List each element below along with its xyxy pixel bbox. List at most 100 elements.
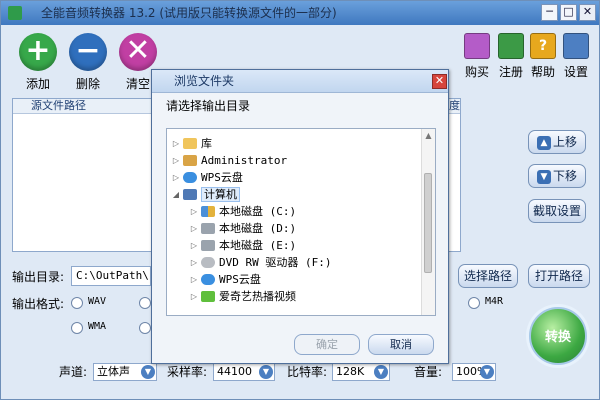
volume-select[interactable]: 100% ▼ xyxy=(452,363,496,381)
settings-label: 设置 xyxy=(563,65,588,79)
hard-drive-icon xyxy=(201,223,215,234)
help-icon: ? xyxy=(530,33,556,59)
iqiyi-icon xyxy=(201,291,215,302)
expand-icon[interactable]: ▷ xyxy=(171,152,181,169)
computer-icon xyxy=(183,189,197,200)
choose-path-button[interactable]: 选择路径 xyxy=(458,264,518,288)
tree-item-drive-e[interactable]: ▷ 本地磁盘 (E:) xyxy=(189,237,296,254)
tree-item-wps-cloud[interactable]: ▷ WPS云盘 xyxy=(171,169,243,186)
add-label: 添加 xyxy=(25,77,50,91)
chevron-down-icon: ▼ xyxy=(480,365,494,379)
open-path-button[interactable]: 打开路径 xyxy=(528,264,590,288)
minimize-button[interactable]: ─ xyxy=(541,4,558,21)
channel-select[interactable]: 立体声 ▼ xyxy=(93,363,157,381)
folder-tree[interactable]: ▷ 库 ▷ Administrator ▷ WPS云盘 ◢ 计算机 ▷ 本地磁盘 (C:)… xyxy=(166,128,436,316)
hard-drive-icon xyxy=(201,240,215,251)
cart-icon xyxy=(464,33,490,59)
arrow-up-icon: ▲ xyxy=(536,135,551,150)
dialog-prompt: 请选择输出目录 xyxy=(166,99,251,113)
format-m4r-label: M4R xyxy=(485,296,504,307)
bitrate-select[interactable]: 128K ▼ xyxy=(332,363,390,381)
scrollbar-thumb[interactable] xyxy=(424,173,432,273)
app-window: 全能音频转换器 13.2 (试用版只能转换源文件的一部分) ─ □ ✕ + 添加… xyxy=(0,0,600,400)
delete-icon: − xyxy=(69,33,107,71)
format-radio-partial-2[interactable] xyxy=(139,322,151,334)
output-dir-input[interactable]: C:\OutPath\ xyxy=(71,266,151,286)
dialog-title: 浏览文件夹 xyxy=(174,74,235,88)
move-up-label: 上移 xyxy=(552,135,577,149)
maximize-button[interactable]: □ xyxy=(560,4,577,21)
output-dir-label: 输出目录: xyxy=(12,270,65,284)
expand-icon[interactable]: ▷ xyxy=(189,237,199,254)
chevron-down-icon: ▼ xyxy=(259,365,273,379)
convert-button[interactable]: 转换 xyxy=(529,307,587,365)
scroll-up-icon[interactable]: ▲ xyxy=(422,131,435,140)
delete-label: 删除 xyxy=(75,77,100,91)
collapse-icon[interactable]: ◢ xyxy=(171,186,181,203)
system-drive-icon xyxy=(201,206,215,217)
expand-icon[interactable]: ▷ xyxy=(189,203,199,220)
window-title: 全能音频转换器 13.2 (试用版只能转换源文件的一部分) xyxy=(41,6,337,20)
expand-icon[interactable]: ▷ xyxy=(171,169,181,186)
add-icon: + xyxy=(19,33,57,71)
tree-item-dvd-f[interactable]: ▷ DVD RW 驱动器 (F:) xyxy=(189,254,332,271)
samplerate-value: 44100 xyxy=(217,365,252,378)
capture-settings-button[interactable]: 截取设置 xyxy=(528,199,586,223)
bitrate-label: 比特率: xyxy=(287,365,328,379)
chevron-down-icon: ▼ xyxy=(141,365,155,379)
clear-icon: ✕ xyxy=(119,33,157,71)
bitrate-value: 128K xyxy=(336,365,365,378)
tree-scrollbar[interactable]: ▲ xyxy=(421,129,435,315)
tree-item-administrator[interactable]: ▷ Administrator xyxy=(171,152,287,169)
app-icon xyxy=(8,6,22,20)
format-wav-label: WAV xyxy=(88,296,107,307)
tree-item-iqiyi[interactable]: ▷ 爱奇艺热播视频 xyxy=(189,288,296,305)
expand-icon[interactable]: ▷ xyxy=(189,288,199,305)
move-down-button[interactable]: ▼ 下移 xyxy=(528,164,586,188)
expand-icon[interactable]: ▷ xyxy=(189,220,199,237)
dialog-close-icon[interactable]: ✕ xyxy=(432,74,447,89)
volume-label: 音量: xyxy=(414,365,443,379)
column-source-path[interactable]: 源文件路径 xyxy=(31,99,86,113)
title-bar[interactable]: 全能音频转换器 13.2 (试用版只能转换源文件的一部分) ─ □ ✕ xyxy=(1,1,599,25)
delete-button[interactable]: − 删除 xyxy=(65,33,111,92)
tree-item-library[interactable]: ▷ 库 xyxy=(171,135,212,152)
tree-item-computer[interactable]: ◢ 计算机 xyxy=(171,186,240,203)
format-m4r-radio[interactable] xyxy=(468,297,480,309)
chevron-down-icon: ▼ xyxy=(374,365,388,379)
tree-item-wps-cloud-2[interactable]: ▷ WPS云盘 xyxy=(189,271,261,288)
column-progress[interactable]: 度 xyxy=(449,99,460,113)
channel-label: 声道: xyxy=(59,365,88,379)
cancel-button[interactable]: 取消 xyxy=(368,334,434,355)
magnifier-icon xyxy=(498,33,524,59)
tree-item-drive-c[interactable]: ▷ 本地磁盘 (C:) xyxy=(189,203,296,220)
dialog-title-bar[interactable]: 浏览文件夹 ✕ xyxy=(152,70,448,93)
dvd-drive-icon xyxy=(201,257,215,268)
settings-icon xyxy=(563,33,589,59)
move-up-button[interactable]: ▲ 上移 xyxy=(528,130,586,154)
format-radio-partial[interactable] xyxy=(139,297,151,309)
expand-icon[interactable]: ▷ xyxy=(189,271,199,288)
expand-icon[interactable]: ▷ xyxy=(189,254,199,271)
ok-button[interactable]: 确定 xyxy=(294,334,360,355)
close-button[interactable]: ✕ xyxy=(579,4,596,21)
arrow-down-icon: ▼ xyxy=(536,169,551,184)
expand-icon[interactable]: ▷ xyxy=(171,135,181,152)
cloud-icon xyxy=(183,172,197,183)
format-wav-radio[interactable] xyxy=(71,297,83,309)
samplerate-select[interactable]: 44100 ▼ xyxy=(213,363,275,381)
samplerate-label: 采样率: xyxy=(167,365,208,379)
channel-value: 立体声 xyxy=(97,365,130,378)
cloud-icon xyxy=(201,274,215,285)
format-wma-label: WMA xyxy=(88,321,107,332)
tree-item-drive-d[interactable]: ▷ 本地磁盘 (D:) xyxy=(189,220,296,237)
add-button[interactable]: + 添加 xyxy=(15,33,61,92)
browse-folder-dialog[interactable]: 浏览文件夹 ✕ 请选择输出目录 ▷ 库 ▷ Administrator ▷ WPS云盘… xyxy=(151,69,449,364)
convert-label: 转换 xyxy=(544,330,571,345)
settings-button[interactable]: 设置 xyxy=(556,33,596,80)
library-icon xyxy=(183,138,197,149)
user-folder-icon xyxy=(183,155,197,166)
output-format-label: 输出格式: xyxy=(12,297,65,311)
format-wma-radio[interactable] xyxy=(71,322,83,334)
move-down-label: 下移 xyxy=(552,169,577,183)
